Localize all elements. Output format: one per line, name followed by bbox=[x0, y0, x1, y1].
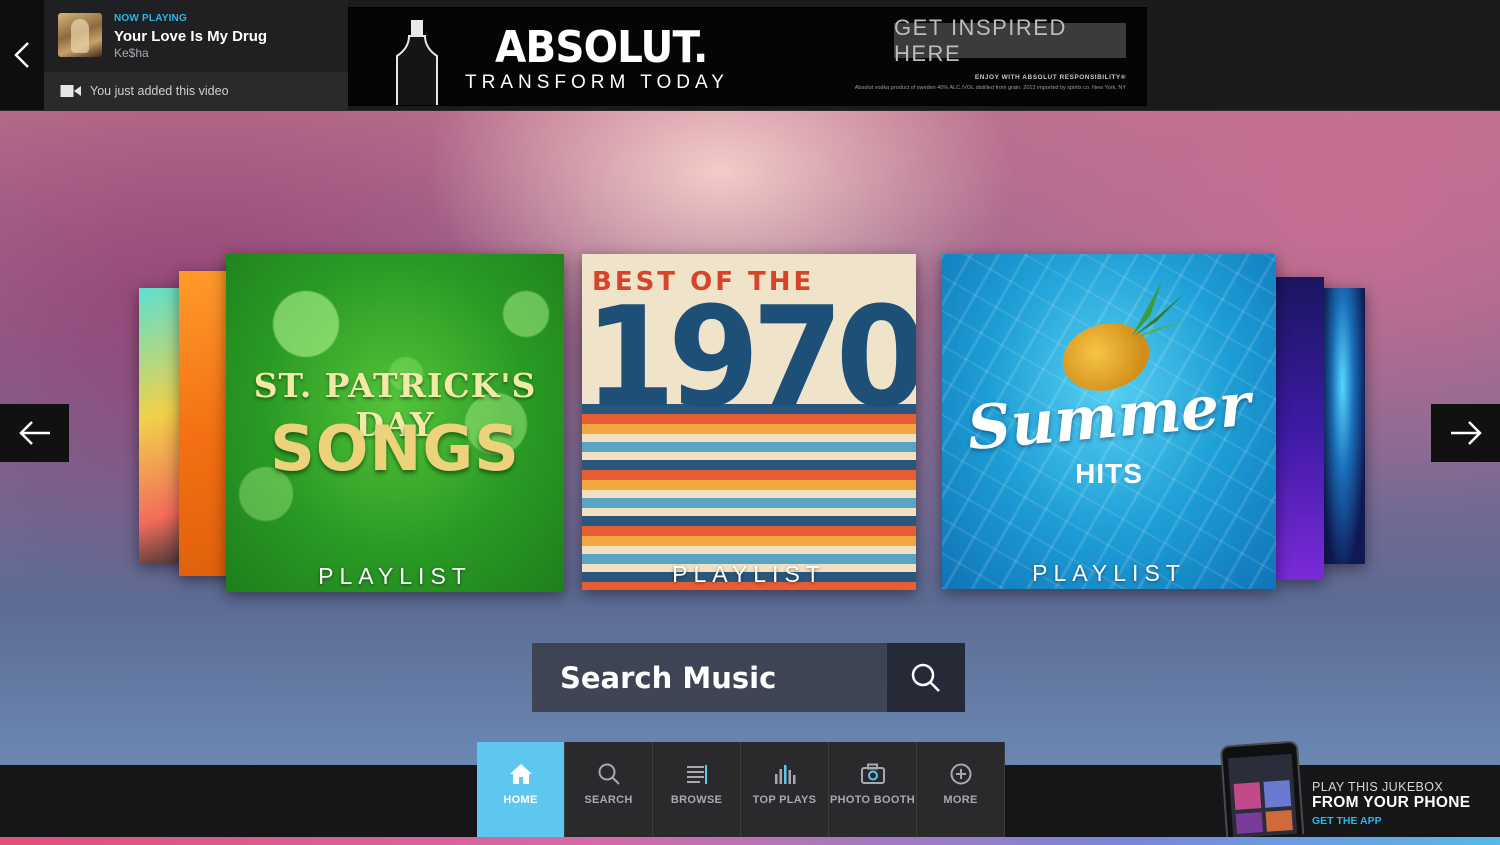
arrow-left-icon bbox=[18, 421, 50, 445]
card-label: PLAYLIST bbox=[1032, 560, 1186, 586]
arrow-right-icon bbox=[1450, 421, 1482, 445]
promo-line-2: FROM YOUR PHONE bbox=[1312, 794, 1471, 811]
camera-icon bbox=[860, 763, 885, 784]
added-video-notice: You just added this video bbox=[44, 72, 348, 110]
promo-line-1: PLAY THIS JUKEBOX bbox=[1312, 780, 1444, 794]
pineapple-leaves-icon bbox=[1132, 281, 1188, 338]
search-music-input[interactable]: Search Music bbox=[532, 643, 887, 712]
nav-label: SEARCH bbox=[584, 794, 633, 806]
nav-label: HOME bbox=[503, 794, 538, 806]
card-subtitle: 1970s bbox=[584, 277, 916, 439]
song-artist: Ke$ha bbox=[114, 46, 149, 60]
bottle-icon bbox=[396, 20, 438, 105]
chevron-left-icon bbox=[14, 42, 29, 68]
carousel-card-peek[interactable] bbox=[1276, 277, 1324, 580]
playlist-card-1970s[interactable]: BEST OF THE 1970s PLAYLIST bbox=[582, 254, 916, 590]
nav-browse[interactable]: BROWSE bbox=[653, 742, 741, 837]
playlist-card-summer-hits[interactable]: Summer HITS PLAYLIST bbox=[942, 254, 1276, 589]
nav-label: MORE bbox=[943, 794, 978, 806]
card-subtitle: SONGS bbox=[270, 412, 520, 485]
get-inspired-button[interactable]: GET INSPIRED HERE bbox=[894, 15, 1126, 66]
nav-label: PHOTO BOOTH bbox=[830, 794, 915, 806]
bottom-nav: HOME SEARCH BROWSE TOP PLAYS PHOTO BOOTH… bbox=[477, 742, 1005, 837]
back-button[interactable] bbox=[0, 0, 44, 110]
nav-top-plays[interactable]: TOP PLAYS bbox=[741, 742, 829, 837]
carousel-stage: ST. PATRICK'S DAY SONGS PLAYLIST BEST OF… bbox=[0, 111, 1500, 765]
top-bar: NOW PLAYING Your Love Is My Drug Ke$ha Y… bbox=[0, 0, 1500, 111]
accent-strip bbox=[0, 837, 1500, 845]
nav-label: TOP PLAYS bbox=[752, 794, 817, 806]
carousel-prev-button[interactable] bbox=[0, 404, 69, 462]
card-label: PLAYLIST bbox=[318, 563, 472, 589]
nav-more[interactable]: MORE bbox=[917, 742, 1005, 837]
get-the-app-link[interactable]: GET THE APP bbox=[1312, 815, 1470, 827]
carousel-card-peek[interactable] bbox=[1320, 288, 1365, 564]
ad-responsibility: ENJOY WITH ABSOLUT RESPONSIBILITY® bbox=[974, 74, 1126, 81]
now-playing-label: NOW PLAYING bbox=[114, 13, 187, 24]
added-video-text: You just added this video bbox=[90, 84, 229, 98]
nav-search[interactable]: SEARCH bbox=[565, 742, 653, 837]
phone-icon bbox=[1220, 740, 1305, 840]
search-music-button[interactable] bbox=[887, 643, 965, 712]
ad-fine-print: Absolut vodka product of sweden 40% ALC.… bbox=[854, 85, 1126, 91]
carousel-next-button[interactable] bbox=[1431, 404, 1500, 462]
browse-icon bbox=[686, 765, 707, 784]
search-icon bbox=[911, 663, 940, 692]
card-label: PLAYLIST bbox=[672, 561, 826, 587]
chart-icon bbox=[774, 765, 795, 784]
ad-brand: ABSOLUT. bbox=[495, 22, 708, 73]
home-icon bbox=[509, 764, 532, 784]
ad-tagline: TRANSFORM TODAY bbox=[465, 72, 729, 93]
nav-home[interactable]: HOME bbox=[477, 742, 565, 837]
nav-label: BROWSE bbox=[670, 794, 723, 806]
playlist-card-st-patricks[interactable]: ST. PATRICK'S DAY SONGS PLAYLIST bbox=[226, 254, 564, 592]
video-camera-icon bbox=[60, 85, 81, 97]
album-art bbox=[58, 13, 102, 57]
plus-circle-icon bbox=[950, 763, 971, 785]
card-subtitle: HITS bbox=[1075, 458, 1143, 489]
song-title: Your Love Is My Drug bbox=[114, 28, 268, 45]
nav-photo-booth[interactable]: PHOTO BOOTH bbox=[829, 742, 917, 837]
now-playing-panel[interactable]: NOW PLAYING Your Love Is My Drug Ke$ha Y… bbox=[44, 0, 348, 110]
advertisement-banner[interactable]: ABSOLUT. TRANSFORM TODAY GET INSPIRED HE… bbox=[348, 7, 1147, 106]
search-icon bbox=[598, 763, 620, 785]
card-title: Summer bbox=[964, 369, 1254, 465]
app-promo: PLAY THIS JUKEBOX FROM YOUR PHONE GET TH… bbox=[1312, 780, 1470, 827]
